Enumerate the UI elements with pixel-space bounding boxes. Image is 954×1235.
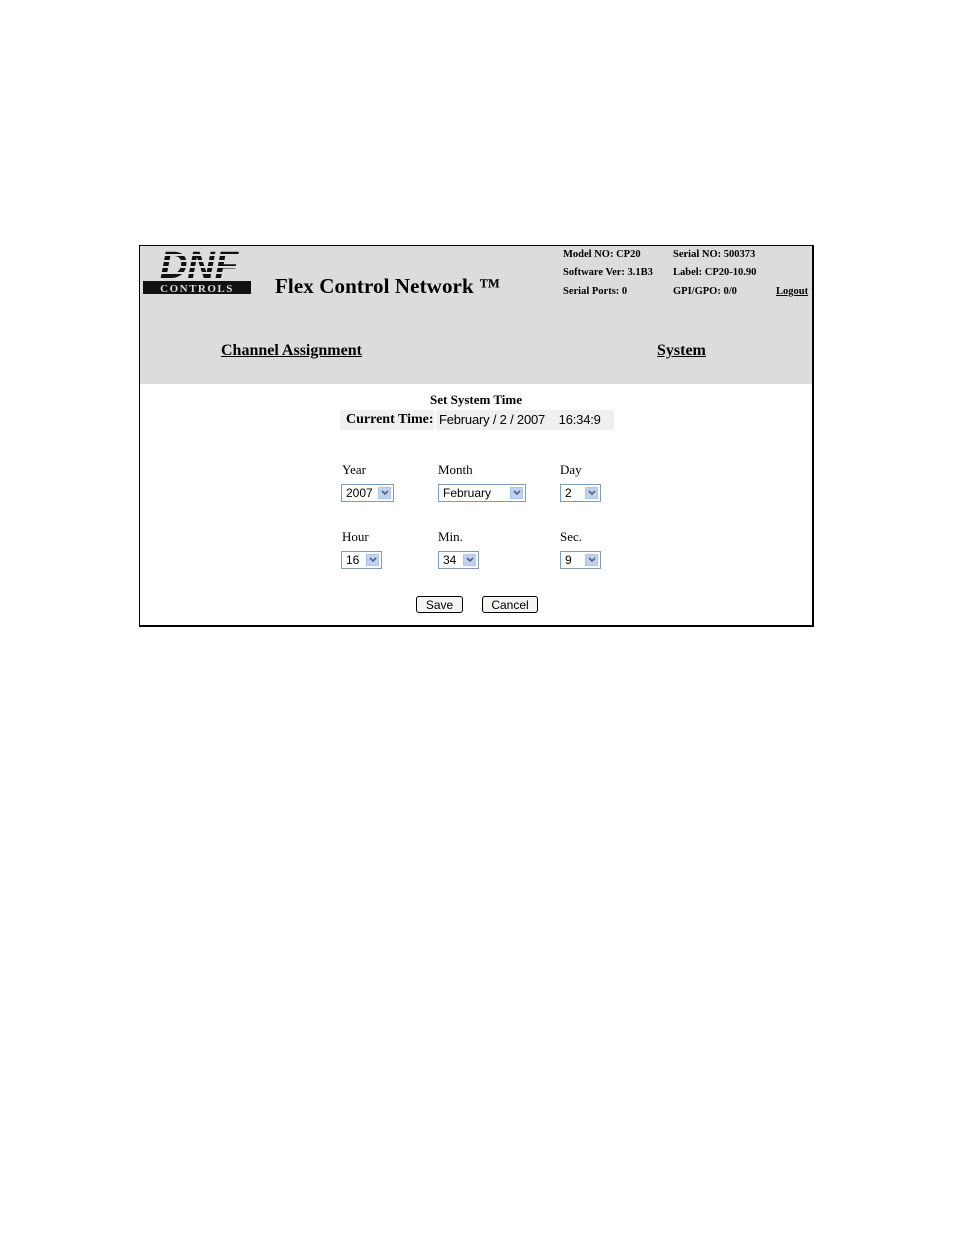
current-time-label: Current Time: bbox=[346, 412, 434, 427]
nav-system[interactable]: System bbox=[657, 342, 706, 360]
min-select-value: 34 bbox=[443, 553, 457, 567]
cancel-button[interactable]: Cancel bbox=[482, 596, 538, 613]
hour-select[interactable]: 16 bbox=[341, 551, 382, 569]
hour-select-value: 16 bbox=[346, 553, 360, 567]
section-title: Set System Time bbox=[430, 392, 522, 407]
chevron-down-icon[interactable] bbox=[585, 487, 598, 499]
serial-ports: Serial Ports: 0 bbox=[563, 286, 628, 297]
min-label: Min. bbox=[438, 529, 463, 544]
year-label: Year bbox=[342, 462, 366, 477]
app-title: Flex Control Network ™ bbox=[275, 274, 501, 298]
page-frame: DNF CONTROLS Flex Control Network ™ Mode… bbox=[139, 245, 814, 627]
model-number: Model NO: CP20 bbox=[563, 249, 641, 260]
gpi-gpo: GPI/GPO: 0/0 bbox=[673, 286, 737, 297]
chevron-down-icon[interactable] bbox=[585, 554, 598, 566]
day-select[interactable]: 2 bbox=[560, 484, 601, 502]
sec-select[interactable]: 9 bbox=[560, 551, 601, 569]
year-select[interactable]: 2007 bbox=[341, 484, 394, 502]
month-select[interactable]: February bbox=[438, 484, 526, 502]
sec-label: Sec. bbox=[560, 529, 583, 544]
serial-number: Serial NO: 500373 bbox=[673, 249, 756, 260]
header: DNF CONTROLS Flex Control Network ™ Mode… bbox=[140, 246, 812, 384]
save-button[interactable]: Save bbox=[416, 596, 463, 613]
chevron-down-icon[interactable] bbox=[378, 487, 391, 499]
device-label: Label: CP20-10.90 bbox=[673, 267, 757, 278]
dnf-controls-logo: DNF CONTROLS bbox=[143, 247, 255, 295]
year-select-value: 2007 bbox=[346, 486, 373, 500]
current-time-row: Current Time: February / 2 / 2007 16:34:… bbox=[340, 410, 614, 430]
hour-label: Hour bbox=[342, 529, 369, 544]
software-version: Software Ver: 3.1B3 bbox=[563, 267, 653, 278]
current-time-value: February / 2 / 2007 16:34:9 bbox=[439, 412, 601, 427]
min-select[interactable]: 34 bbox=[438, 551, 479, 569]
chevron-down-icon[interactable] bbox=[366, 554, 379, 566]
logo-text-bottom: CONTROLS bbox=[160, 283, 234, 295]
logout-link[interactable]: Logout bbox=[776, 286, 808, 297]
day-label: Day bbox=[560, 462, 582, 477]
divider bbox=[434, 410, 436, 430]
nav-channel-assignment[interactable]: Channel Assignment bbox=[221, 342, 362, 360]
month-label: Month bbox=[438, 462, 473, 477]
chevron-down-icon[interactable] bbox=[463, 554, 476, 566]
month-select-value: February bbox=[443, 486, 492, 500]
sec-select-value: 9 bbox=[565, 553, 572, 567]
chevron-down-icon[interactable] bbox=[510, 487, 523, 499]
day-select-value: 2 bbox=[565, 486, 572, 500]
